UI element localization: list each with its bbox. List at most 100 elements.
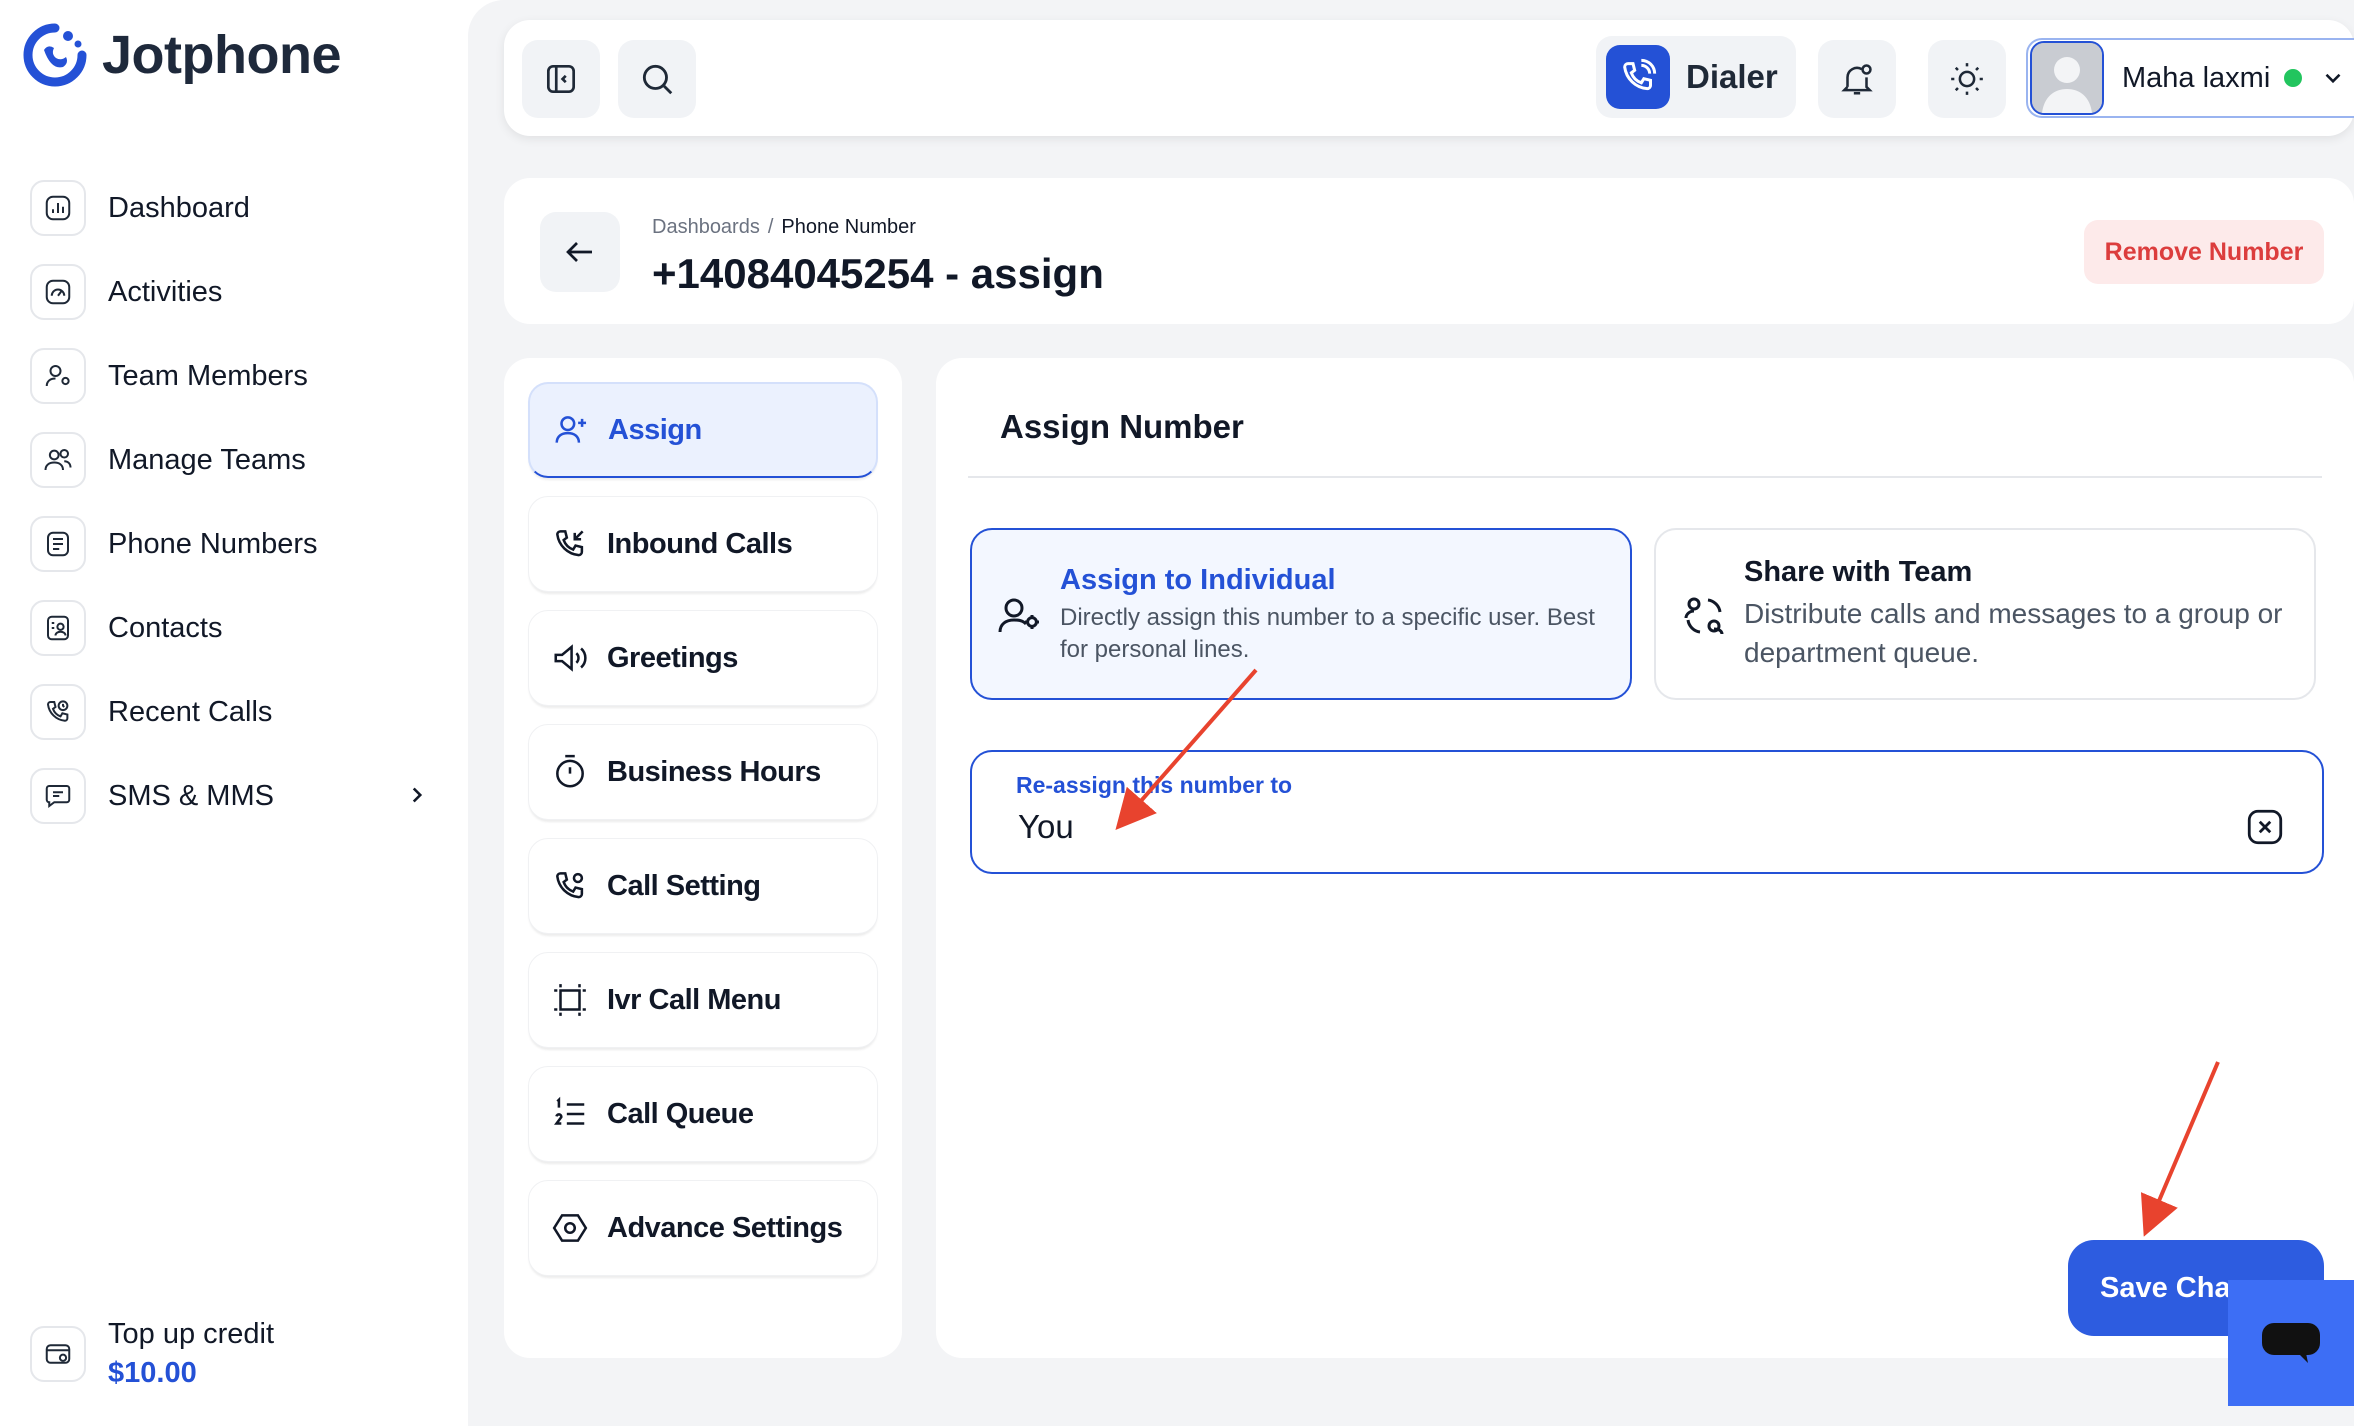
sidebar-collapse-icon <box>546 64 576 94</box>
assign-number-panel: Assign Number Assign to Individual Direc… <box>936 358 2354 1358</box>
sun-icon <box>1951 63 1983 95</box>
sidebar-item-label: Manage Teams <box>108 443 306 476</box>
back-button[interactable] <box>540 212 620 292</box>
breadcrumb-current: Phone Number <box>781 216 916 238</box>
assign-individual-option[interactable]: Assign to Individual Directly assign thi… <box>970 528 1632 700</box>
phone-call-icon <box>1606 45 1670 109</box>
tab-label: Inbound Calls <box>607 527 793 560</box>
sidebar: Jotphone Dashboard Activities Team Membe… <box>0 0 468 1426</box>
sidebar-item-label: Contacts <box>108 611 223 644</box>
page-title: +14084045254 - assign <box>652 250 1104 297</box>
tab-ivr-call-menu[interactable]: Ivr Call Menu <box>528 952 878 1048</box>
tab-assign[interactable]: Assign <box>528 382 878 478</box>
ivr-frame-icon <box>554 984 586 1016</box>
sidebar-item-activities[interactable]: Activities <box>30 250 430 334</box>
remove-number-button[interactable]: Remove Number <box>2084 220 2324 284</box>
breadcrumb-separator: / <box>767 216 774 238</box>
chevron-down-icon <box>2325 73 2341 84</box>
sidebar-item-label: Phone Numbers <box>108 527 318 560</box>
tab-label: Assign <box>608 413 702 446</box>
sidebar-item-recent-calls[interactable]: Recent Calls <box>30 670 430 754</box>
tab-label: Call Queue <box>607 1097 754 1130</box>
phone-history-icon <box>30 684 86 740</box>
sidebar-item-dashboard[interactable]: Dashboard <box>30 166 430 250</box>
option-title: Assign to Individual <box>1060 564 1336 596</box>
hexagon-settings-icon <box>552 1214 588 1242</box>
brand-name: Jotphone <box>102 25 341 85</box>
tab-label: Business Hours <box>607 755 821 788</box>
divider <box>968 476 2322 478</box>
stopwatch-icon <box>556 754 584 788</box>
credit-amount: $10.00 <box>108 1357 197 1389</box>
user-gear-icon <box>998 598 1039 633</box>
sidebar-item-label: Team Members <box>108 359 308 392</box>
sidebar-item-label: SMS & MMS <box>108 779 274 812</box>
dialer-button[interactable]: Dialer <box>1596 36 1796 118</box>
user-plus-icon <box>555 416 587 443</box>
option-title: Share with Team <box>1744 556 1973 588</box>
clear-icon[interactable] <box>2244 806 2286 848</box>
notifications-button[interactable] <box>1818 40 1896 118</box>
sidebar-item-label: Recent Calls <box>108 695 273 728</box>
tab-greetings[interactable]: Greetings <box>528 610 878 706</box>
sidebar-item-sms-mms[interactable]: SMS & MMS <box>30 754 430 838</box>
chat-widget[interactable] <box>2228 1280 2354 1406</box>
phone-incoming-icon <box>556 530 584 557</box>
team-rotate-icon <box>1684 597 1724 635</box>
sidebar-item-contacts[interactable]: Contacts <box>30 586 430 670</box>
main-area: Dialer Maha laxmi Dashboards / Phone Numbe… <box>468 0 2354 1426</box>
bell-icon <box>1841 64 1873 95</box>
sidebar-item-phone-numbers[interactable]: Phone Numbers <box>30 502 430 586</box>
tab-inbound-calls[interactable]: Inbound Calls <box>528 496 878 592</box>
avatar <box>2030 41 2104 115</box>
chevron-right-icon <box>412 787 423 803</box>
top-up-credit[interactable]: Top up credit $10.00 <box>30 1318 274 1390</box>
jotphone-logo-icon <box>23 23 87 87</box>
tab-label: Ivr Call Menu <box>607 983 782 1016</box>
tab-call-queue[interactable]: Call Queue <box>528 1066 878 1162</box>
numbered-list-icon <box>554 1096 585 1125</box>
tab-label: Greetings <box>607 641 738 674</box>
online-status-dot <box>2284 69 2303 87</box>
breadcrumb-link-dashboards[interactable]: Dashboards <box>652 216 760 238</box>
reassign-input[interactable] <box>1018 808 2118 846</box>
tab-business-hours[interactable]: Business Hours <box>528 724 878 820</box>
breadcrumb: Dashboards / Phone Number <box>652 216 916 239</box>
option-description: Distribute calls and messages to a group… <box>1744 598 2283 668</box>
number-settings-menu: Assign Inbound Calls Greetings Business … <box>504 358 902 1358</box>
gauge-icon <box>30 264 86 320</box>
tab-label: Advance Settings <box>607 1211 843 1244</box>
sidebar-item-team-members[interactable]: Team Members <box>30 334 430 418</box>
tab-advance-settings[interactable]: Advance Settings <box>528 1180 878 1276</box>
tab-call-setting[interactable]: Call Setting <box>528 838 878 934</box>
phone-book-icon <box>30 516 86 572</box>
tab-label: Call Setting <box>607 869 761 902</box>
search-button[interactable] <box>618 40 696 118</box>
dialer-label: Dialer <box>1686 58 1778 95</box>
credit-text: Top up credit $10.00 <box>108 1318 274 1390</box>
sidebar-item-label: Activities <box>108 275 223 308</box>
users-icon <box>30 432 86 488</box>
sidebar-item-manage-teams[interactable]: Manage Teams <box>30 418 430 502</box>
user-gear-icon <box>30 348 86 404</box>
toggle-sidebar-button[interactable] <box>522 40 600 118</box>
theme-toggle-button[interactable] <box>1928 40 2006 118</box>
arrow-left-icon <box>566 242 592 262</box>
search-icon <box>642 64 673 95</box>
chart-icon <box>30 180 86 236</box>
contact-card-icon <box>30 600 86 656</box>
share-with-team-option[interactable]: Share with Team Distribute calls and mes… <box>1654 528 2316 700</box>
page-header: Dashboards / Phone Number +14084045254 - a… <box>504 178 2354 324</box>
topbar: Dialer Maha laxmi <box>504 20 2354 136</box>
chat-bubble-icon <box>2262 1323 2320 1363</box>
reassign-select[interactable]: Re-assign this number to <box>970 750 2324 874</box>
brand-logo[interactable]: Jotphone <box>22 22 341 88</box>
credit-title: Top up credit <box>108 1318 275 1350</box>
option-description: Directly assign this number to a specifi… <box>1060 604 1595 663</box>
megaphone-icon <box>554 644 587 672</box>
user-menu[interactable]: Maha laxmi <box>2026 38 2354 118</box>
section-title: Assign Number <box>1000 408 1244 445</box>
message-icon <box>30 768 86 824</box>
wallet-icon <box>30 1326 86 1382</box>
phone-settings-icon <box>556 872 584 899</box>
